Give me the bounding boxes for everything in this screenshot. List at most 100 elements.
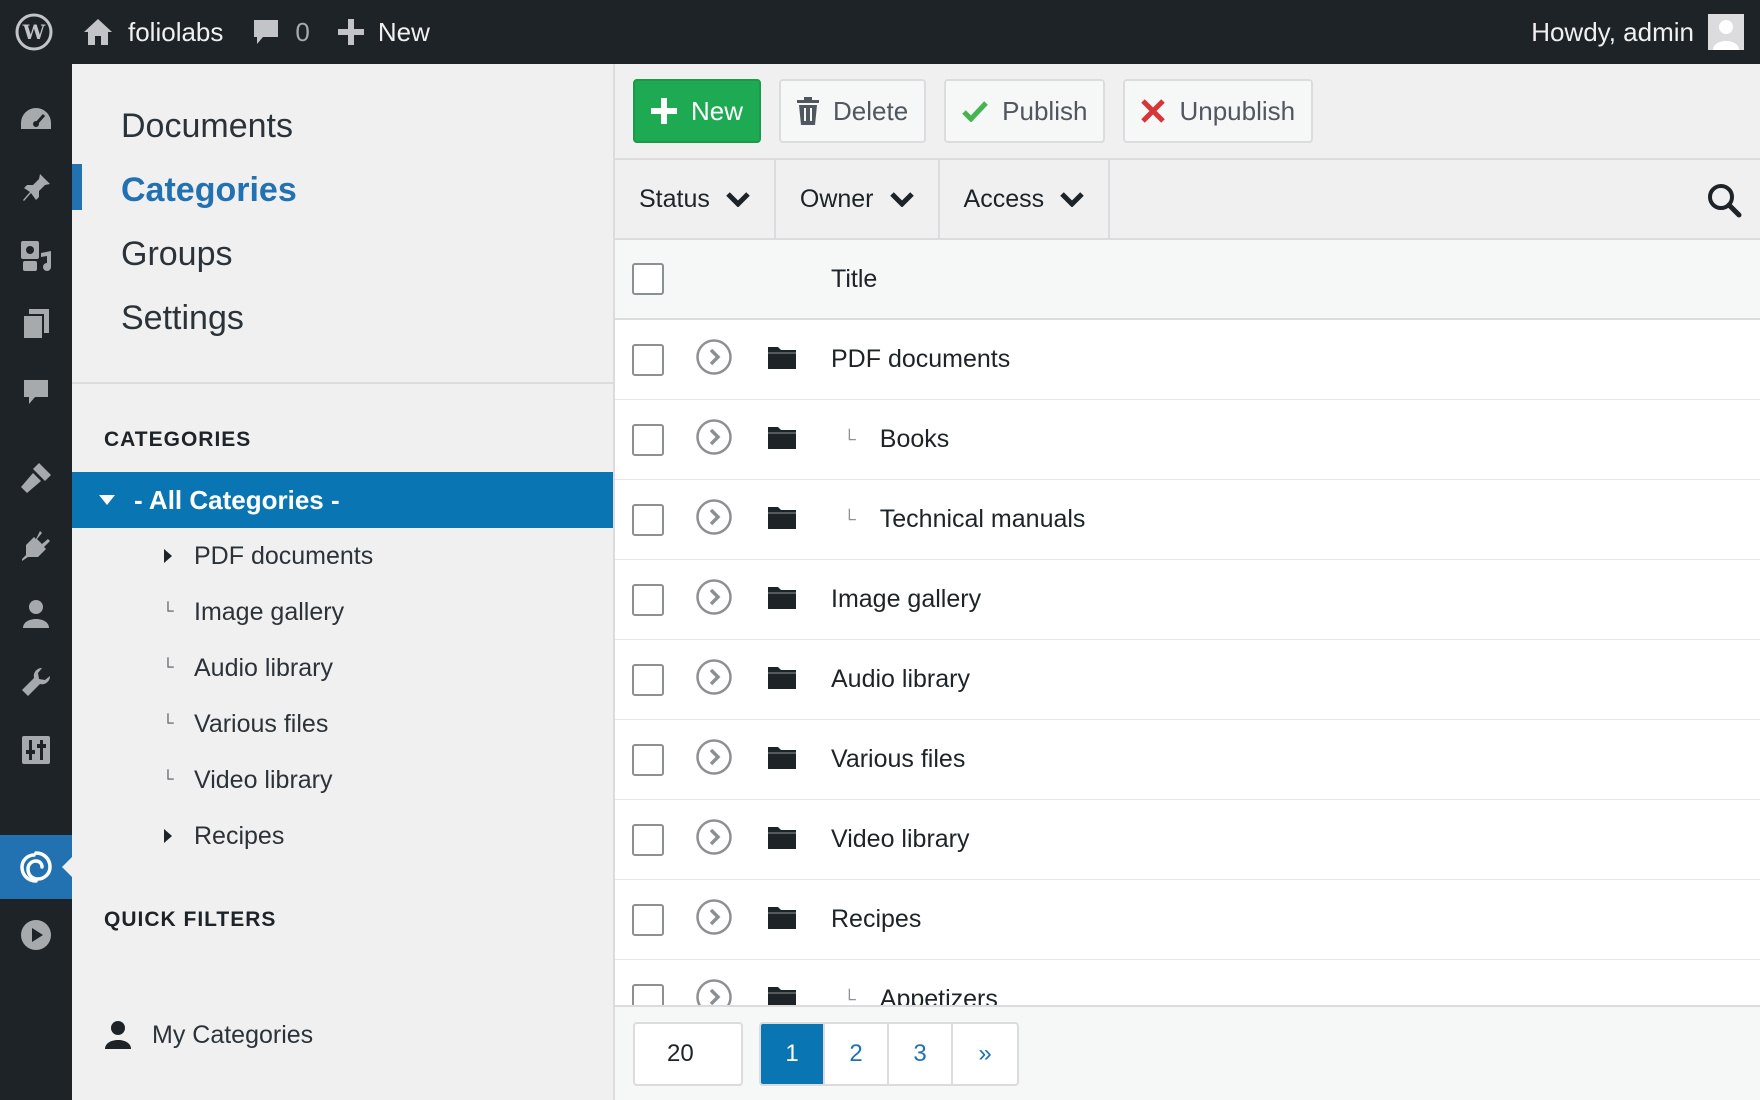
row-checkbox[interactable]: [632, 583, 664, 616]
chevron-right-circle-icon[interactable]: [695, 658, 733, 701]
row-title[interactable]: Audio library: [831, 665, 970, 694]
chevron-right-circle-icon[interactable]: [695, 978, 733, 1005]
publish-button-label: Publish: [1002, 95, 1088, 126]
row-title-text: Audio library: [831, 665, 970, 693]
media-player-menu-item[interactable]: [0, 903, 72, 967]
title-column-header[interactable]: Title: [831, 265, 877, 294]
tree-item-pdf-documents[interactable]: PDF documents: [72, 528, 613, 584]
table-row[interactable]: └ Technical manuals: [615, 480, 1760, 560]
site-home-link[interactable]: foliolabs: [68, 0, 237, 64]
sidebar-item-groups[interactable]: Groups: [72, 222, 613, 286]
page-limit-select[interactable]: 20: [633, 1021, 743, 1086]
user-icon: [23, 600, 49, 628]
media-menu-item[interactable]: [0, 224, 72, 288]
row-checkbox[interactable]: [632, 983, 664, 1005]
row-title[interactable]: └ Appetizers: [843, 985, 998, 1005]
chevron-right-circle-icon[interactable]: [695, 818, 733, 861]
documents-plugin-menu-item[interactable]: [0, 835, 72, 899]
avatar[interactable]: [1708, 14, 1744, 50]
row-title[interactable]: └ Technical manuals: [843, 505, 1085, 534]
dashboard-icon: [21, 108, 51, 129]
caret-down-icon[interactable]: [98, 494, 116, 506]
chevron-right-circle-icon[interactable]: [695, 578, 733, 621]
tree-item-all-categories[interactable]: - All Categories -: [72, 472, 613, 528]
delete-button[interactable]: Delete: [779, 79, 927, 143]
howdy-text[interactable]: Howdy, admin: [1531, 17, 1708, 48]
posts-menu-item[interactable]: [0, 156, 72, 220]
row-checkbox[interactable]: [632, 423, 664, 456]
tree-item-recipes[interactable]: Recipes: [72, 808, 613, 864]
row-title-text: Books: [879, 425, 950, 453]
new-button[interactable]: New: [633, 79, 762, 143]
tree-item-image-gallery[interactable]: └ Image gallery: [72, 584, 613, 640]
tree-item-audio-library[interactable]: └ Audio library: [72, 640, 613, 696]
unpublish-button[interactable]: Unpublish: [1123, 79, 1314, 143]
access-filter[interactable]: Access: [940, 160, 1111, 238]
owner-filter[interactable]: Owner: [776, 160, 940, 238]
row-checkbox[interactable]: [632, 663, 664, 696]
chevron-right-circle-icon[interactable]: [695, 498, 733, 541]
plugins-menu-item[interactable]: [0, 514, 72, 578]
svg-text:W: W: [22, 20, 46, 44]
sidebar-item-settings[interactable]: Settings: [72, 286, 613, 350]
next-page-link[interactable]: »: [953, 1024, 1017, 1084]
user-icon: [105, 1021, 131, 1049]
row-title[interactable]: Various files: [831, 745, 965, 774]
comments-link[interactable]: 0: [237, 0, 323, 64]
caret-right-icon[interactable]: [156, 828, 180, 844]
appearance-menu-item[interactable]: [0, 446, 72, 510]
quick-filter-label: My Categories: [152, 1020, 314, 1049]
page-2-link[interactable]: 2: [825, 1023, 889, 1084]
status-filter-label: Status: [639, 184, 710, 213]
tools-menu-item[interactable]: [0, 650, 72, 714]
chevron-right-circle-icon[interactable]: [695, 738, 733, 781]
row-checkbox[interactable]: [632, 743, 664, 776]
search-button[interactable]: [1706, 182, 1742, 223]
sidebar-item-categories[interactable]: Categories: [72, 158, 613, 222]
settings-menu-item[interactable]: [0, 718, 72, 782]
brush-icon: [21, 463, 51, 493]
table-row[interactable]: Recipes: [615, 880, 1760, 960]
publish-button[interactable]: Publish: [944, 79, 1106, 143]
row-title[interactable]: └ Books: [843, 425, 949, 454]
admin-menu: [0, 64, 72, 1100]
home-icon: [84, 19, 112, 45]
row-title[interactable]: Video library: [831, 825, 970, 854]
sidebar-item-documents[interactable]: Documents: [72, 94, 613, 158]
tree-item-video-library[interactable]: └ Video library: [72, 752, 613, 808]
chevron-right-circle-icon[interactable]: [695, 898, 733, 941]
folder-icon: [767, 584, 797, 615]
row-checkbox[interactable]: [632, 343, 664, 376]
table-row[interactable]: Audio library: [615, 640, 1760, 720]
dashboard-menu-item[interactable]: [0, 88, 72, 152]
users-menu-item[interactable]: [0, 582, 72, 646]
page-3-link[interactable]: 3: [889, 1023, 953, 1084]
row-checkbox[interactable]: [632, 503, 664, 536]
wordpress-logo-icon[interactable]: W: [0, 0, 68, 64]
row-title[interactable]: Image gallery: [831, 585, 981, 614]
row-checkbox[interactable]: [632, 903, 664, 936]
table-row[interactable]: └ Books: [615, 400, 1760, 480]
check-icon: [962, 101, 988, 122]
page-1-link[interactable]: 1: [761, 1023, 825, 1084]
tree-item-label: - All Categories -: [134, 484, 340, 515]
table-row[interactable]: Various files: [615, 720, 1760, 800]
pages-menu-item[interactable]: [0, 292, 72, 356]
table-row[interactable]: Video library: [615, 800, 1760, 880]
select-all-checkbox[interactable]: [632, 263, 664, 295]
row-title[interactable]: Recipes: [831, 905, 921, 934]
comments-menu-item[interactable]: [0, 360, 72, 424]
chevron-down-icon: [1060, 192, 1084, 207]
row-title[interactable]: PDF documents: [831, 345, 1010, 374]
new-content-link[interactable]: New: [324, 0, 444, 64]
tree-item-various-files[interactable]: └ Various files: [72, 696, 613, 752]
row-checkbox[interactable]: [632, 823, 664, 856]
quick-filter-my-categories[interactable]: My Categories: [104, 1020, 313, 1050]
table-row[interactable]: PDF documents: [615, 320, 1760, 400]
status-filter[interactable]: Status: [615, 160, 776, 238]
chevron-right-circle-icon[interactable]: [695, 338, 733, 381]
table-row[interactable]: Image gallery: [615, 560, 1760, 640]
caret-right-icon[interactable]: [156, 548, 180, 564]
chevron-right-circle-icon[interactable]: [695, 418, 733, 461]
table-row[interactable]: └ Appetizers: [615, 960, 1760, 1005]
